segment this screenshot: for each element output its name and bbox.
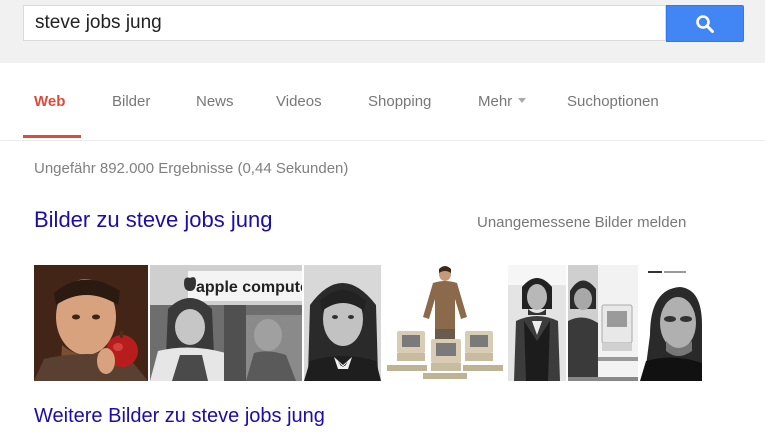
image-thumbnail-6[interactable] xyxy=(568,265,638,381)
image-thumbnail-4[interactable] xyxy=(383,265,506,381)
tab-shopping[interactable]: Shopping xyxy=(368,93,431,110)
tab-suchoptionen[interactable]: Suchoptionen xyxy=(567,93,659,110)
more-images-link[interactable]: Weitere Bilder zu steve jobs jung xyxy=(34,405,325,428)
active-tab-indicator xyxy=(23,135,81,138)
tab-bilder[interactable]: Bilder xyxy=(112,93,150,110)
chevron-down-icon xyxy=(518,97,527,103)
image-thumbnail-3[interactable] xyxy=(304,265,381,381)
tab-videos[interactable]: Videos xyxy=(276,93,322,110)
image-thumbnail-5[interactable] xyxy=(508,265,566,381)
images-heading-link[interactable]: Bilder zu steve jobs jung xyxy=(34,207,272,233)
report-images-link[interactable]: Unangemessene Bilder melden xyxy=(477,214,686,231)
apple-computer-sign-text: apple computer xyxy=(196,279,302,296)
tab-news[interactable]: News xyxy=(196,93,234,110)
image-thumbnail-7[interactable] xyxy=(640,265,702,381)
image-thumbnail-1[interactable] xyxy=(34,265,148,381)
result-stats: Ungefähr 892.000 Ergebnisse (0,44 Sekund… xyxy=(34,160,349,177)
search-button[interactable] xyxy=(666,5,744,42)
search-box[interactable] xyxy=(23,5,666,41)
search-input[interactable] xyxy=(24,6,665,40)
tab-web[interactable]: Web xyxy=(34,93,65,110)
search-header xyxy=(0,0,765,63)
search-tabs: Web Bilder News Videos Shopping Mehr Suc… xyxy=(0,63,765,141)
image-thumbnail-2[interactable]: apple computer xyxy=(150,265,302,381)
tab-mehr-label: Mehr xyxy=(478,93,513,110)
search-icon xyxy=(696,14,714,33)
tab-mehr[interactable]: Mehr xyxy=(478,93,527,110)
